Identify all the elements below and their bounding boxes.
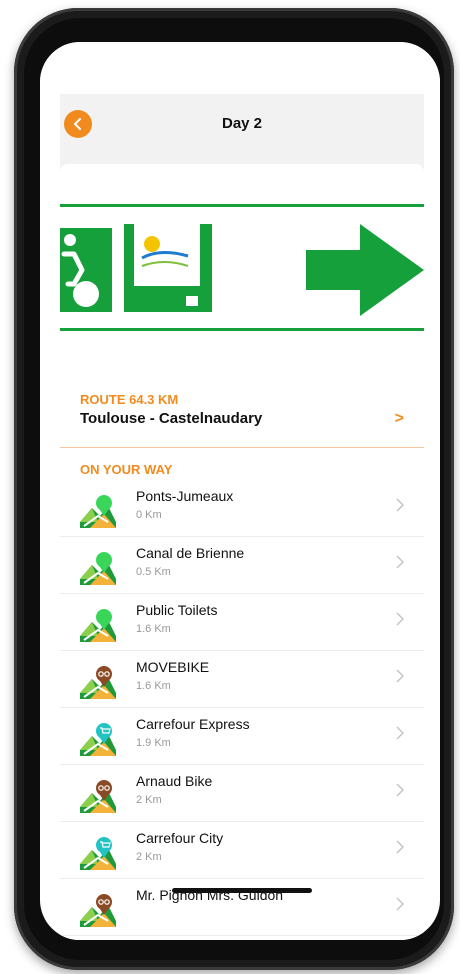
- list-item[interactable]: MOVEBIKE 1.6 Km: [60, 651, 424, 708]
- list-item[interactable]: Public Toilets 1.6 Km: [60, 594, 424, 651]
- route-link[interactable]: ROUTE 64.3 KM Toulouse - Castelnaudary >: [60, 388, 424, 448]
- places-list: Ponts-Jumeaux 0 Km Canal de Brienne 0.5 …: [60, 480, 424, 936]
- chevron-left-icon: [74, 118, 81, 130]
- place-distance: 1.6 Km: [136, 623, 171, 635]
- place-distance: 0.5 Km: [136, 566, 171, 578]
- chevron-right-icon: [396, 669, 404, 683]
- place-name: Carrefour Express: [136, 716, 250, 732]
- app-screen: Day 2 ROUTE 64.3 KM Toulouse - Castelnau…: [40, 42, 440, 940]
- place-name: MOVEBIKE: [136, 659, 210, 675]
- route-distance-label: ROUTE 64.3 KM: [80, 392, 179, 407]
- cart-pin-icon: [80, 837, 116, 870]
- bike-pin-icon: [80, 894, 116, 927]
- place-name: Arnaud Bike: [136, 773, 213, 789]
- page-title: Day 2: [221, 114, 263, 132]
- home-indicator: [172, 888, 312, 893]
- chevron-right-icon: [396, 612, 404, 626]
- bike-pin-icon: [80, 666, 116, 699]
- place-name: Canal de Brienne: [136, 545, 245, 561]
- chevron-right-icon: [396, 726, 404, 740]
- route-name: Toulouse - Castelnaudary: [80, 410, 263, 427]
- list-item[interactable]: Canal de Brienne 0.5 Km: [60, 537, 424, 594]
- place-distance: 2 Km: [136, 851, 162, 863]
- navigation-bar: Day 2: [60, 94, 424, 152]
- chevron-right-icon: [396, 555, 404, 569]
- place-distance: 0 Km: [136, 509, 162, 521]
- chevron-right-icon: >: [394, 410, 404, 427]
- chevron-right-icon: [396, 840, 404, 854]
- route-sign-image: [60, 204, 424, 336]
- place-distance: 1.6 Km: [136, 680, 171, 692]
- place-distance: 1.9 Km: [136, 737, 171, 749]
- list-item[interactable]: Carrefour City 2 Km: [60, 822, 424, 879]
- section-title: ON YOUR WAY: [80, 462, 173, 477]
- content-area: ROUTE 64.3 KM Toulouse - Castelnaudary >…: [60, 152, 424, 940]
- cart-pin-icon: [80, 723, 116, 756]
- list-item[interactable]: Carrefour Express 1.9 Km: [60, 708, 424, 765]
- back-button[interactable]: [64, 110, 92, 138]
- green-pin-icon: [80, 609, 116, 642]
- day-card: ROUTE 64.3 KM Toulouse - Castelnaudary >…: [60, 164, 424, 940]
- place-name: Public Toilets: [136, 602, 218, 618]
- green-pin-icon: [80, 552, 116, 585]
- status-bar: [40, 42, 440, 94]
- list-item[interactable]: Ponts-Jumeaux 0 Km: [60, 480, 424, 537]
- place-name: Carrefour City: [136, 830, 224, 846]
- list-item[interactable]: Arnaud Bike 2 Km: [60, 765, 424, 822]
- green-pin-icon: [80, 495, 116, 528]
- chevron-right-icon: [396, 897, 404, 911]
- chevron-right-icon: [396, 783, 404, 797]
- place-name: Ponts-Jumeaux: [136, 488, 234, 504]
- chevron-right-icon: [396, 498, 404, 512]
- place-distance: 2 Km: [136, 794, 162, 806]
- bike-pin-icon: [80, 780, 116, 813]
